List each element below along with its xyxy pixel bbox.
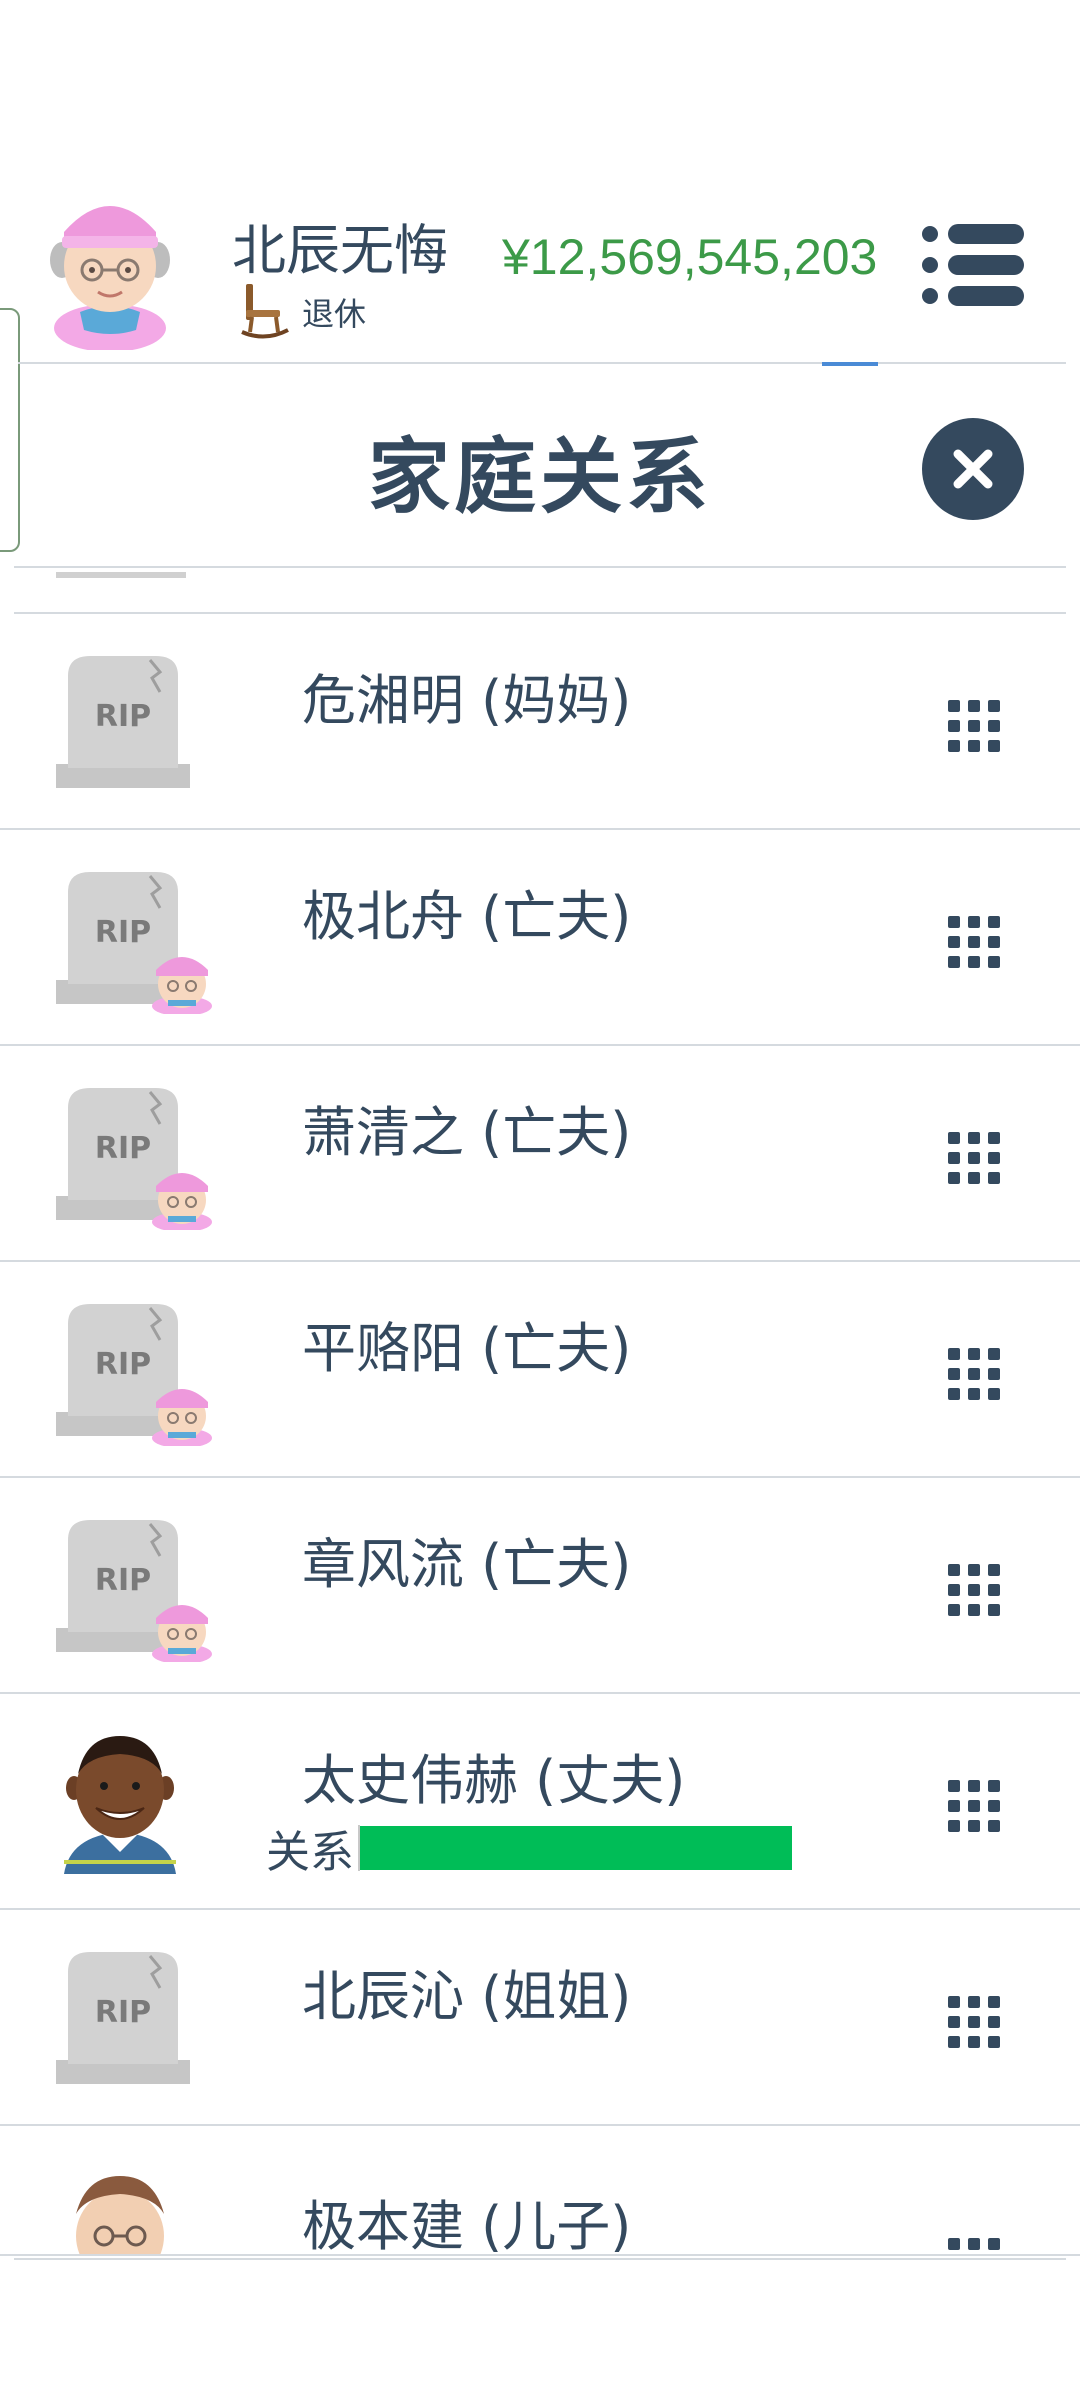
relation-name: 极北舟 (亡夫) (302, 885, 632, 948)
life-status: 退休 (240, 282, 366, 342)
relation-name: 萧清之 (亡夫) (302, 1101, 632, 1164)
player-name: 北辰无悔 (232, 219, 448, 282)
tombstone-text: RIP (95, 699, 151, 734)
relationship-meter: 关系 (266, 1816, 792, 1880)
relation-row[interactable]: RIP 章风流 (亡夫) (0, 1478, 1080, 1694)
man-avatar (64, 1736, 176, 1874)
relation-name: 平赂阳 (亡夫) (302, 1317, 632, 1380)
relation-row[interactable]: 太史伟赫 (丈夫) 关系 (0, 1694, 1080, 1910)
grid-dots-icon[interactable] (946, 1778, 1002, 1834)
tombstone-icon: RIP (56, 1952, 190, 2084)
tab-indicator (822, 362, 878, 366)
panel-title: 家庭关系 (367, 430, 712, 525)
status-label: 退休 (302, 295, 367, 333)
tombstone-icon: RIP (56, 1088, 212, 1230)
close-icon (953, 449, 993, 489)
tombstone-text: RIP (95, 915, 151, 950)
dots-icon[interactable] (946, 2216, 1002, 2256)
relation-row[interactable]: RIP 北辰沁 (姐姐) (0, 1910, 1080, 2126)
divider (14, 2258, 1066, 2260)
relationship-meter-fill (360, 1826, 792, 1870)
old-man-avatar (76, 2176, 164, 2254)
tombstone-text: RIP (95, 1131, 151, 1166)
relationship-label: 关系 (266, 1827, 354, 1878)
player-mini-avatar (152, 957, 212, 1014)
relation-row[interactable]: 极本建 (儿子) (0, 2126, 1080, 2256)
player-mini-avatar (152, 1605, 212, 1662)
relation-row[interactable]: RIP 萧清之 (亡夫) (0, 1046, 1080, 1262)
player-avatar[interactable] (40, 180, 180, 350)
relation-name: 极本建 (儿子) (302, 2195, 632, 2256)
tombstone-icon: RIP (56, 872, 212, 1014)
relation-name: 危湘明 (妈妈) (302, 669, 632, 732)
tombstone-text: RIP (95, 1347, 151, 1382)
relations-list: RIP 危湘明 (妈妈) RIP 极北舟 (亡夫) RIP 萧清之 (亡夫) R… (0, 614, 1080, 2256)
divider (14, 566, 1066, 568)
grid-dots-icon[interactable] (946, 914, 1002, 970)
grid-dots-icon[interactable] (946, 1130, 1002, 1186)
grid-dots-icon[interactable] (946, 1346, 1002, 1402)
menu-icon[interactable] (918, 220, 1028, 310)
grid-dots-icon[interactable] (946, 698, 1002, 754)
tombstone-icon: RIP (56, 1304, 212, 1446)
grid-dots-icon[interactable] (946, 1994, 1002, 2050)
relation-name: 北辰沁 (姐姐) (302, 1965, 632, 2028)
grid-dots-icon[interactable] (946, 1562, 1002, 1618)
tombstone-icon: RIP (56, 656, 190, 788)
relation-row[interactable]: RIP 平赂阳 (亡夫) (0, 1262, 1080, 1478)
rocking-chair-icon (241, 284, 289, 339)
tombstone-icon: RIP (56, 1520, 212, 1662)
divider (18, 362, 1066, 364)
relation-name: 章风流 (亡夫) (302, 1533, 632, 1596)
relation-name: 太史伟赫 (丈夫) (302, 1749, 686, 1812)
top-status-bar: 北辰无悔 退休 ¥12,569,545,203 (0, 170, 1080, 360)
player-mini-avatar (152, 1389, 212, 1446)
close-button[interactable] (922, 418, 1024, 520)
relation-row[interactable]: RIP 极北舟 (亡夫) (0, 830, 1080, 1046)
scroll-indicator (56, 572, 186, 578)
money-balance: ¥12,569,545,203 (502, 229, 878, 285)
tombstone-text: RIP (95, 1995, 151, 2030)
player-mini-avatar (152, 1173, 212, 1230)
tombstone-text: RIP (95, 1563, 151, 1598)
relation-row[interactable]: RIP 危湘明 (妈妈) (0, 614, 1080, 830)
